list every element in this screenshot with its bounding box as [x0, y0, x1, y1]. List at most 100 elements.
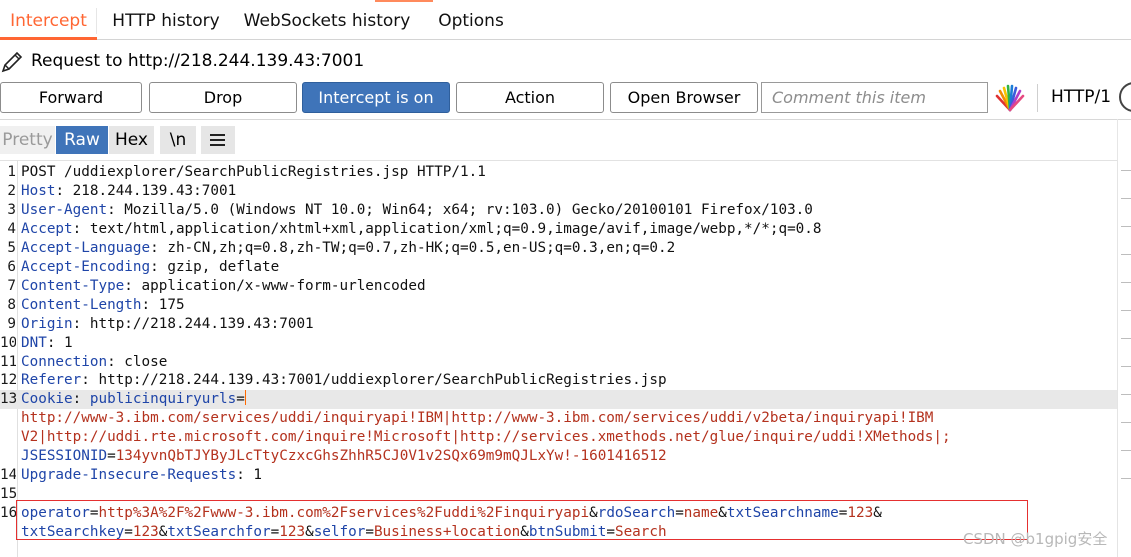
- header-colon: :: [72, 391, 90, 408]
- line-number: 10: [0, 334, 16, 351]
- header-value: http://218.244.139.43:7001/uddiexplorer/…: [89, 372, 667, 389]
- line-number: 11: [0, 353, 16, 370]
- header-name: Referer: [21, 372, 82, 389]
- header-name: Host: [21, 182, 56, 199]
- line-text: Content-Length: 175: [21, 296, 185, 315]
- header-colon: :: [236, 467, 245, 484]
- header-value: Mozilla/5.0 (Windows NT 10.0; Win64; x64…: [115, 201, 813, 218]
- line-text: V2|http://uddi.rte.microsoft.com/inquire…: [21, 428, 951, 447]
- line-number: 13: [0, 391, 16, 408]
- view-tab-pretty[interactable]: Pretty: [0, 126, 55, 154]
- line-number: 14: [0, 467, 16, 484]
- request-line: 11 Connection: close: [0, 353, 1117, 372]
- menu-icon-bar: [210, 139, 225, 141]
- header-name: Accept-Language: [21, 239, 151, 256]
- header-value: close: [115, 353, 168, 370]
- newline-toggle-button[interactable]: \n: [160, 126, 196, 154]
- header-name: Connection: [21, 353, 108, 370]
- request-line: 7 Content-Type: application/x-www-form-ur…: [0, 277, 1117, 296]
- highlight-color-icon[interactable]: [994, 84, 1026, 112]
- header-value: application/x-www-form-urlencoded: [132, 277, 426, 294]
- header-name: Accept: [21, 220, 73, 237]
- intercept-toggle-button[interactable]: Intercept is on: [302, 82, 450, 113]
- menu-icon-bar: [210, 134, 225, 136]
- cookie-name: JSESSIONID: [21, 448, 108, 465]
- cookie-equals: =: [107, 448, 116, 465]
- header-colon: :: [124, 277, 133, 294]
- scroll-marker: [1121, 170, 1131, 171]
- tab-http-history[interactable]: HTTP history: [97, 0, 235, 40]
- request-line: 9 Origin: http://218.244.139.43:7001: [0, 315, 1117, 334]
- open-browser-button[interactable]: Open Browser: [610, 82, 758, 113]
- request-line: 14 Upgrade-Insecure-Requests: 1: [0, 466, 1117, 485]
- active-tab-underline: [0, 37, 97, 40]
- scroll-marker: [1121, 366, 1131, 367]
- text-cursor: [244, 390, 246, 406]
- tab-intercept[interactable]: Intercept: [0, 0, 97, 40]
- line-text: Upgrade-Insecure-Requests: 1: [21, 466, 262, 485]
- line-text: JSESSIONID=134yvnQbTJYByJLcTtyCzxcGhsZhh…: [21, 447, 667, 466]
- header-colon: :: [55, 182, 65, 199]
- request-line: 4 Accept: text/html,application/xhtml+xml…: [0, 220, 1117, 239]
- action-button[interactable]: Action: [456, 82, 604, 113]
- request-line: 3 User-Agent: Mozilla/5.0 (Windows NT 10.…: [0, 201, 1117, 220]
- line-number: 5: [7, 239, 16, 256]
- header-name: DNT: [21, 334, 47, 351]
- header-name: Cookie: [21, 391, 73, 408]
- scroll-marker: [1121, 226, 1131, 227]
- header-value: 1: [244, 467, 263, 484]
- header-name: Upgrade-Insecure-Requests: [21, 467, 237, 484]
- scroll-marker: [1121, 450, 1131, 451]
- help-icon[interactable]: [1119, 82, 1131, 112]
- main-tab-bar: Intercept HTTP history WebSockets histor…: [0, 0, 1131, 40]
- request-target-bar: Request to http://218.244.139.43:7001: [0, 44, 1131, 80]
- request-line: 13 Cookie: publicinquiryurls=: [0, 390, 1117, 410]
- request-line: 10 DNT: 1: [0, 334, 1117, 353]
- tab-options[interactable]: Options: [419, 0, 523, 40]
- scroll-marker: [1121, 394, 1131, 395]
- request-line: 6 Accept-Encoding: gzip, deflate: [0, 258, 1117, 277]
- drop-button[interactable]: Drop: [149, 82, 297, 113]
- pencil-icon: [1, 51, 23, 73]
- scroll-marker: [1121, 338, 1131, 339]
- line-text: DNT: 1: [21, 334, 73, 353]
- line-text: Referer: http://218.244.139.43:7001/uddi…: [21, 371, 667, 390]
- message-view-tabs: Pretty Raw Hex \n: [0, 126, 1131, 155]
- editor-scrollbar[interactable]: [1117, 160, 1131, 557]
- cookie-value: V2|http://uddi.rte.microsoft.com/inquire…: [21, 429, 951, 446]
- line-number: 2: [7, 182, 16, 199]
- line-number: 12: [0, 372, 16, 389]
- header-colon: :: [141, 296, 151, 313]
- header-value: 1: [55, 334, 73, 351]
- post-parameters-highlight-box: [16, 500, 1028, 540]
- header-colon: :: [107, 353, 116, 370]
- tab-websockets-history[interactable]: WebSockets history: [235, 0, 419, 40]
- header-value: 218.244.139.43:7001: [64, 182, 237, 199]
- request-line: 12 Referer: http://218.244.139.43:7001/ud…: [0, 371, 1117, 390]
- header-colon: :: [150, 258, 159, 275]
- line-text: Cookie: publicinquiryurls=: [21, 390, 246, 409]
- editor-top-border: [0, 119, 1131, 120]
- header-value: zh-CN,zh;q=0.8,zh-TW;q=0.7,zh-HK;q=0.5,e…: [158, 239, 676, 256]
- line-text: POST /uddiexplorer/SearchPublicRegistrie…: [21, 163, 486, 182]
- line-number: 4: [7, 220, 16, 237]
- view-tab-raw[interactable]: Raw: [56, 126, 108, 154]
- line-text: User-Agent: Mozilla/5.0 (Windows NT 10.0…: [21, 201, 813, 220]
- line-text: Content-Type: application/x-www-form-url…: [21, 277, 426, 296]
- header-colon: :: [150, 239, 159, 256]
- comment-input[interactable]: [761, 82, 988, 113]
- forward-button[interactable]: Forward: [0, 82, 142, 113]
- header-value: 175: [150, 296, 185, 313]
- line-text: Origin: http://218.244.139.43:7001: [21, 315, 314, 334]
- view-tab-hex[interactable]: Hex: [109, 126, 154, 154]
- line-text: Host: 218.244.139.43:7001: [21, 182, 236, 201]
- header-value: gzip, deflate: [158, 258, 280, 275]
- cookie-value: http://www-3.ibm.com/services/uddi/inqui…: [21, 410, 934, 427]
- header-name: Content-Type: [21, 277, 125, 294]
- line-number: 6: [7, 258, 16, 275]
- cookie-equals: =: [236, 391, 245, 408]
- line-text: http://www-3.ibm.com/services/uddi/inqui…: [21, 409, 933, 428]
- http-version-label[interactable]: HTTP/1: [1051, 86, 1111, 108]
- line-text: Accept-Encoding: gzip, deflate: [21, 258, 279, 277]
- request-line: JSESSIONID=134yvnQbTJYByJLcTtyCzxcGhsZhh…: [0, 447, 1117, 466]
